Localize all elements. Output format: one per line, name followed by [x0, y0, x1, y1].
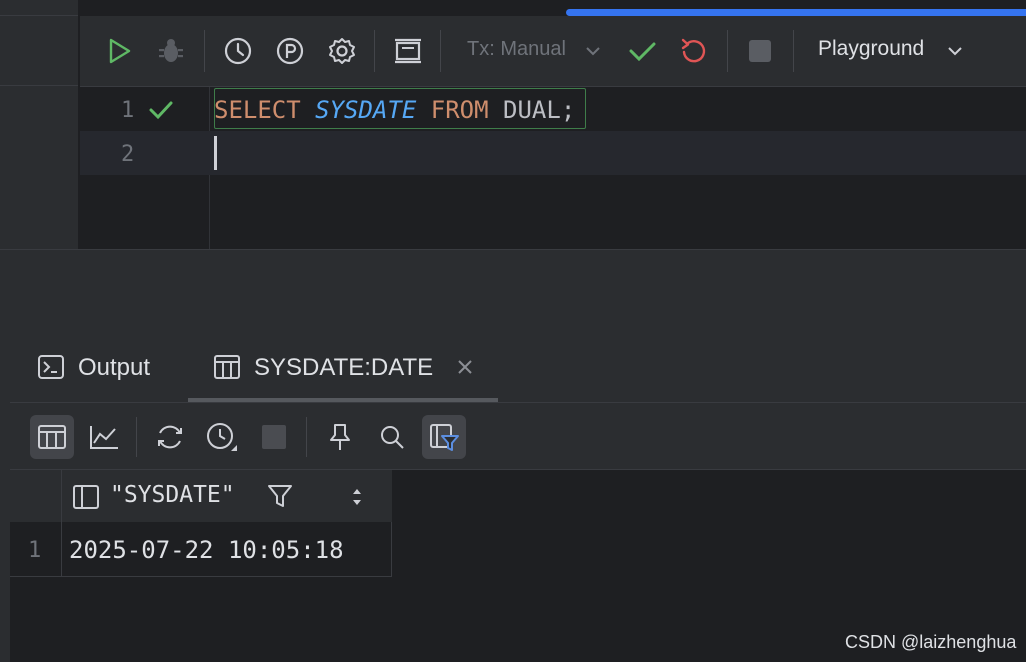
- identifier-token: DUAL: [503, 96, 561, 124]
- keyword-token: SELECT: [214, 96, 301, 124]
- code-line[interactable]: SELECT SYSDATE FROM DUAL;: [214, 96, 575, 124]
- stop-icon[interactable]: [252, 415, 296, 459]
- punctuation-token: ;: [560, 96, 576, 124]
- rollback-icon[interactable]: [679, 36, 709, 66]
- left-edge: [0, 332, 10, 662]
- keyword-token: FROM: [430, 96, 489, 124]
- session-select[interactable]: Playground: [818, 37, 924, 61]
- filter-panel-icon[interactable]: [422, 415, 466, 459]
- left-tool-panel-lower: [0, 86, 78, 249]
- tab-label: SYSDATE:DATE: [254, 354, 434, 381]
- play-icon[interactable]: [105, 36, 135, 66]
- left-tool-panel: [0, 0, 79, 86]
- column-icon: [72, 484, 100, 514]
- tab-output[interactable]: Output: [10, 332, 180, 402]
- current-line-highlight: [80, 131, 1026, 175]
- progress-bar: [566, 9, 1026, 16]
- chart-view-icon[interactable]: [82, 415, 126, 459]
- results-tabs: Output SYSDATE:DATE: [10, 332, 1026, 403]
- row-number: 1: [28, 538, 42, 563]
- terminal-icon: [37, 354, 65, 384]
- auto-refresh-clock-icon[interactable]: [200, 415, 244, 459]
- transaction-mode-select[interactable]: Tx: Manual: [467, 38, 566, 61]
- panel-divider-area: [0, 249, 1026, 333]
- pin-icon[interactable]: [318, 415, 362, 459]
- refresh-icon[interactable]: [148, 415, 192, 459]
- chevron-down-icon[interactable]: [584, 43, 602, 62]
- line-number: 1: [121, 98, 135, 123]
- explain-plan-icon[interactable]: [275, 36, 305, 66]
- active-tab-underline: [188, 398, 498, 402]
- tab-sysdate-date[interactable]: SYSDATE:DATE: [188, 332, 498, 402]
- close-icon[interactable]: [456, 358, 474, 380]
- column-header[interactable]: "SYSDATE": [110, 482, 235, 508]
- function-token: SYSDATE: [315, 96, 417, 124]
- clock-icon[interactable]: [223, 36, 253, 66]
- chevron-down-icon[interactable]: [946, 43, 964, 62]
- execution-success-icon: [148, 98, 174, 126]
- filter-icon[interactable]: [266, 482, 294, 514]
- bug-icon[interactable]: [156, 36, 186, 66]
- sort-icon[interactable]: [350, 486, 364, 512]
- gear-icon[interactable]: [327, 36, 357, 66]
- table-view-icon[interactable]: [30, 415, 74, 459]
- table-icon: [213, 354, 241, 384]
- commit-check-icon[interactable]: [627, 36, 657, 66]
- search-icon[interactable]: [370, 415, 414, 459]
- results-toolbar: [10, 403, 1026, 470]
- watermark: CSDN @laizhenghua: [845, 632, 1017, 652]
- line-number: 2: [121, 142, 135, 167]
- tab-label: Output: [78, 354, 151, 381]
- text-caret: [214, 136, 217, 170]
- panel-layout-icon[interactable]: [393, 36, 423, 66]
- table-cell[interactable]: 2025-07-22 10:05:18: [69, 536, 344, 564]
- editor-toolbar: Tx: Manual Playground: [80, 16, 1026, 87]
- stop-icon[interactable]: [745, 36, 775, 66]
